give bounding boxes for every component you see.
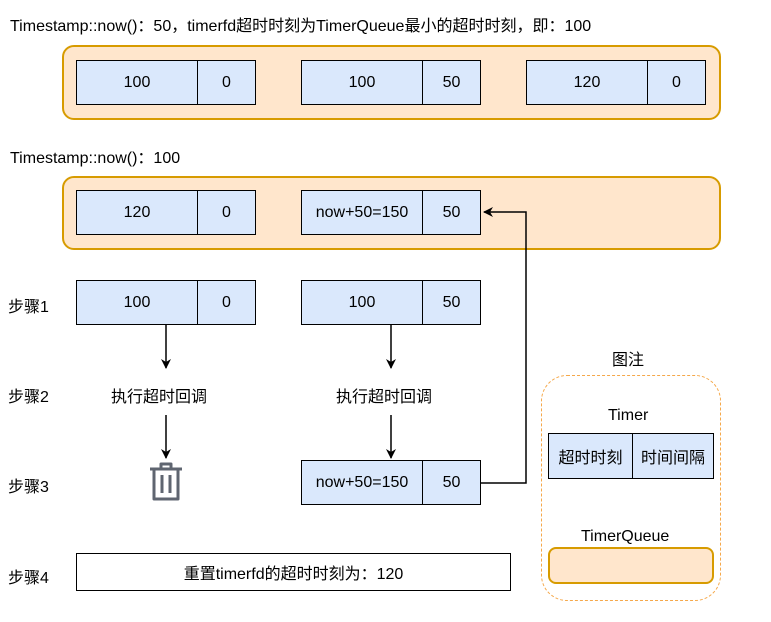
- diagram: Timestamp::now()：50，timerfd超时时刻为TimerQue…: [0, 0, 771, 622]
- connectors: [161, 207, 527, 484]
- arrow-reinsert-timer: [481, 207, 527, 484]
